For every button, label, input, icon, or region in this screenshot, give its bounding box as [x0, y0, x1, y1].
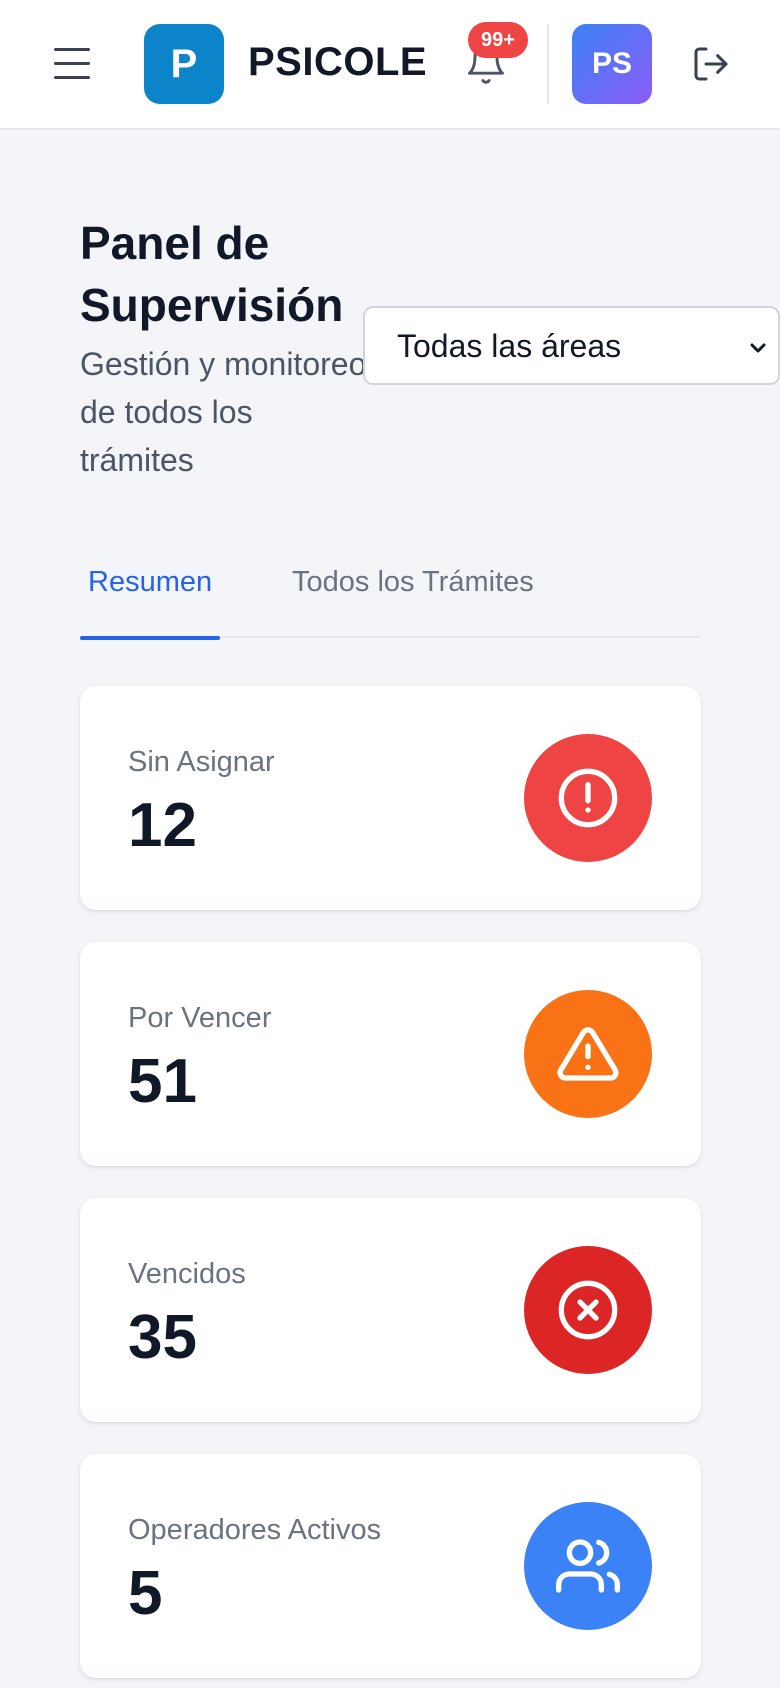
stat-card-sin-asignar[interactable]: Sin Asignar 12: [80, 686, 701, 910]
stat-label: Operadores Activos: [128, 1514, 382, 1546]
tab-bar: Resumen Todos los Trámites: [80, 548, 701, 640]
hamburger-icon: [54, 48, 90, 51]
page-title: Panel de Supervisión: [80, 217, 344, 331]
area-select[interactable]: Todas las áreas: [363, 306, 780, 385]
users-icon: [524, 1502, 652, 1630]
brand-name: PSICOLE: [248, 40, 428, 84]
stat-value: 51: [128, 1047, 197, 1116]
warning-triangle-icon: [524, 990, 652, 1118]
notification-badge: 99+: [468, 22, 528, 58]
stat-label: Vencidos: [128, 1258, 246, 1290]
stat-value: 12: [128, 791, 197, 860]
stat-value: 5: [128, 1559, 163, 1628]
alert-circle-icon: [524, 734, 652, 862]
chevron-down-icon: [750, 343, 766, 353]
stat-card-operadores-activos[interactable]: Operadores Activos 5: [80, 1454, 701, 1678]
logout-button[interactable]: [690, 44, 732, 84]
stat-card-vencidos[interactable]: Vencidos 35: [80, 1198, 701, 1422]
tab-resumen[interactable]: Resumen: [80, 566, 220, 640]
page-subtitle: Gestión y monitoreo de todos los trámite…: [80, 346, 367, 478]
logout-icon: [694, 47, 728, 81]
avatar[interactable]: PS: [572, 24, 652, 104]
stat-label: Por Vencer: [128, 1002, 272, 1034]
header-divider: [547, 24, 549, 104]
logo[interactable]: P: [144, 24, 224, 104]
tab-todos-los-tramites[interactable]: Todos los Trámites: [292, 566, 534, 638]
top-bar: P PSICOLE 99+ PS: [0, 0, 780, 130]
stat-card-por-vencer[interactable]: Por Vencer 51: [80, 942, 701, 1166]
active-tab-indicator: [80, 636, 220, 640]
stat-value: 35: [128, 1303, 197, 1372]
stat-label: Sin Asignar: [128, 746, 275, 778]
x-circle-icon: [524, 1246, 652, 1374]
area-select-value: Todas las áreas: [397, 328, 622, 364]
menu-button[interactable]: [50, 44, 94, 84]
